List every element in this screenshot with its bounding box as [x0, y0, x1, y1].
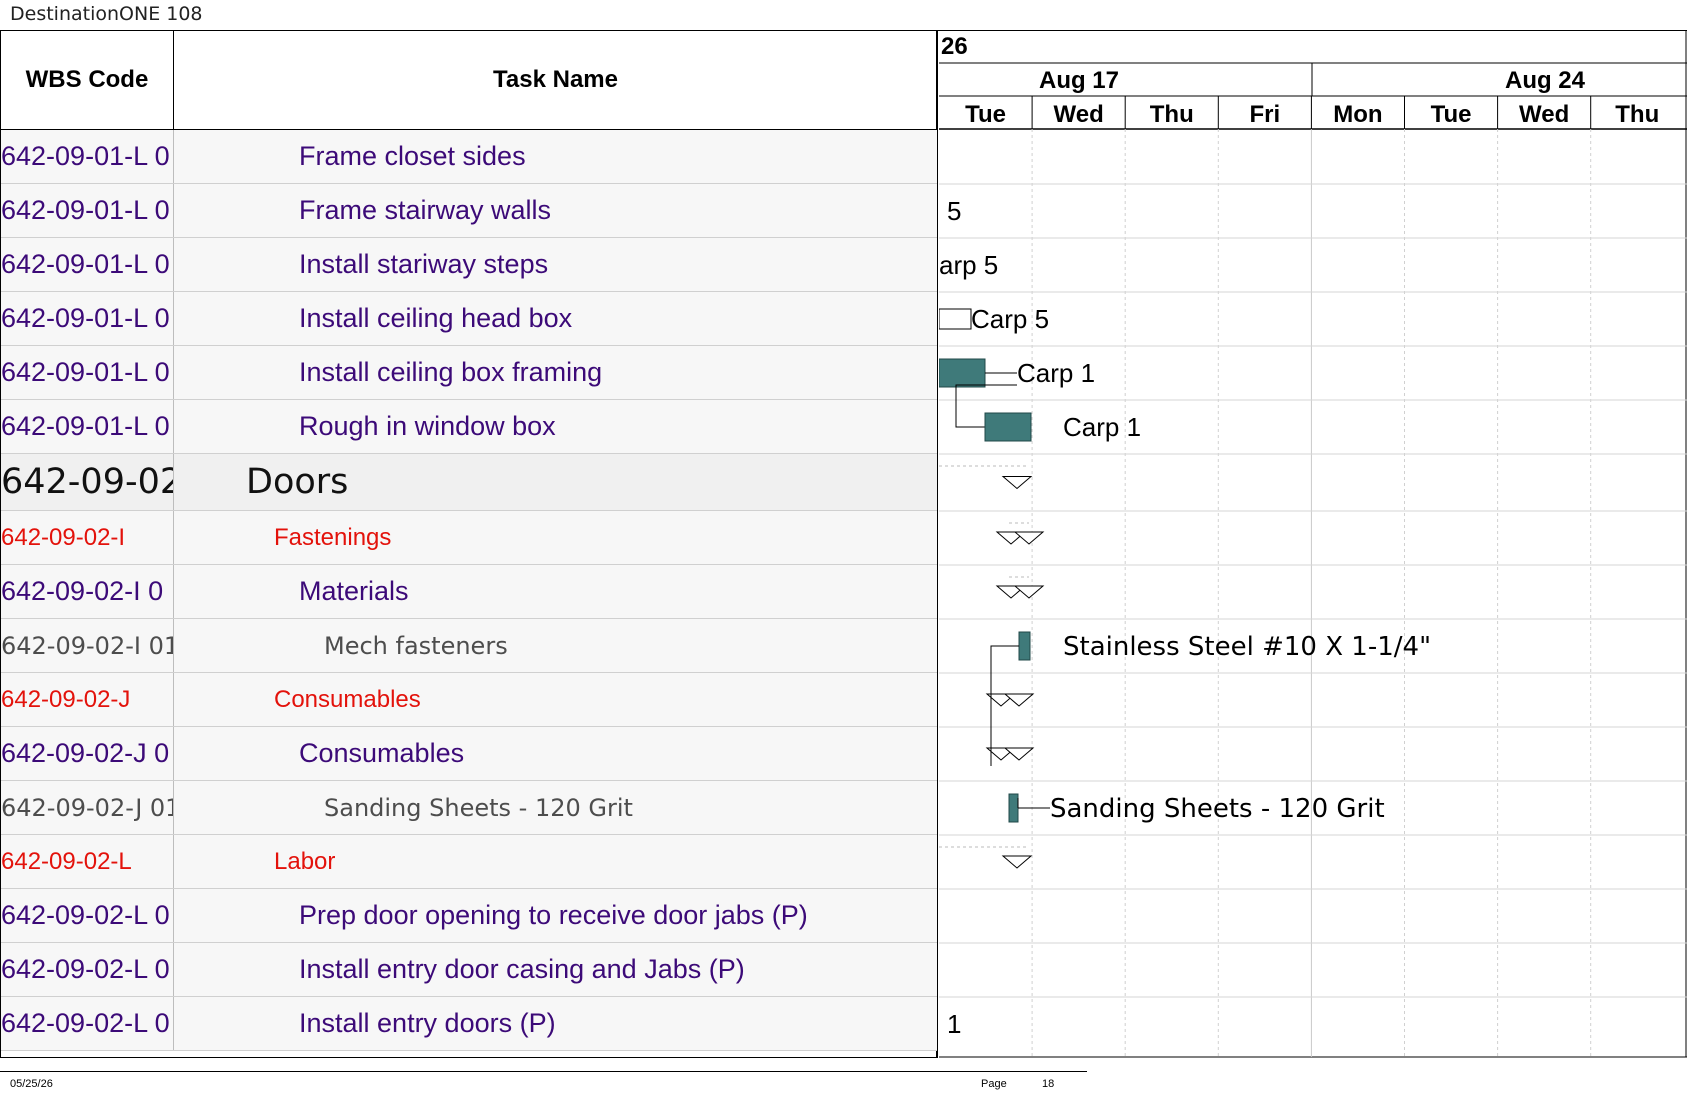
task-name-cell: Rough in window box	[299, 411, 556, 441]
table-row[interactable]: 642-09-02-L 0 Install entry doors (P)	[1, 997, 937, 1051]
task-name-cell: Consumables	[299, 738, 465, 768]
task-name-cell: Fastenings	[274, 523, 392, 551]
task-bar	[984, 412, 1032, 442]
task-table: WBS Code Task Name 642-09-01-L 0 Frame cl…	[0, 30, 938, 1058]
task-rows: 642-09-01-L 0 Frame closet sides 642-09-01…	[1, 130, 937, 1051]
column-header-wbs-code[interactable]: WBS Code	[1, 30, 174, 129]
summary-marker	[1001, 855, 1033, 869]
footer-date: 05/25/26	[10, 1078, 53, 1090]
table-row[interactable]: 642-09-02-J 0 Consumables	[1, 727, 937, 781]
footer-page-label: Page	[981, 1078, 1007, 1090]
day-label: Wed	[1054, 101, 1104, 128]
gantt-canvas: 26 Aug 17 Aug 24 Tue Wed Thu Fri Mon Tue Wed Thu 5 a…	[939, 30, 1687, 1058]
table-row[interactable]: 642-09-02-L 0 Prep door opening to receiv…	[1, 889, 937, 943]
task-name-cell: Labor	[274, 847, 336, 875]
wbs-code-cell: 642-09-02-I 0	[1, 565, 174, 618]
wbs-code-cell: 642-09-02-J	[1, 673, 174, 726]
summary-marker	[1003, 747, 1035, 761]
wbs-code-cell: 642-09-02-L 0	[1, 943, 174, 996]
task-name-cell: Install entry door casing and Jabs (P)	[299, 954, 745, 984]
table-row[interactable]: 642-09-02-I 0 Materials	[1, 565, 937, 619]
day-label: Thu	[1615, 101, 1659, 128]
week-label: Aug 24	[1505, 67, 1586, 94]
table-row[interactable]: 642-09-02-J Consumables	[1, 673, 937, 727]
year-label: 26	[941, 33, 968, 60]
bar-label: Carp 5	[971, 304, 1049, 334]
wbs-code-cell: 642-09-02-L	[1, 835, 174, 888]
task-bar	[939, 358, 986, 388]
task-name-cell: Frame closet sides	[299, 141, 526, 171]
task-name-cell: Frame stairway walls	[299, 195, 552, 225]
bar-label: arp 5	[939, 250, 998, 280]
table-row[interactable]: 642-09-02-L Labor	[1, 835, 937, 889]
wbs-code-cell: 642-09-02-I	[1, 511, 174, 564]
table-row[interactable]: 642-09-02-I 01 Mech fasteners	[1, 619, 937, 673]
table-row[interactable]: 642-09-01-L 0 Install stariway steps	[1, 238, 937, 292]
wbs-code-cell: 642-09-01-L 0	[1, 130, 174, 183]
footer-page-number: 18	[1042, 1078, 1055, 1090]
task-name-cell: Doors	[246, 462, 349, 502]
bar-label: Sanding Sheets - 120 Grit	[1050, 794, 1385, 824]
summary-marker	[1013, 585, 1045, 599]
day-label: Tue	[1431, 101, 1472, 128]
wbs-code-cell: 642-09-01-L 0	[1, 292, 174, 345]
wbs-code-cell: 642-09-02-L 0	[1, 997, 174, 1050]
day-label: Thu	[1150, 101, 1194, 128]
week-label: Aug 17	[1039, 67, 1119, 94]
task-name-cell: Install entry doors (P)	[299, 1008, 556, 1038]
task-name-cell: Sanding Sheets - 120 Grit	[324, 793, 633, 822]
bar-label: Carp 1	[1017, 358, 1095, 388]
day-label: Wed	[1519, 101, 1569, 128]
wbs-code-cell: 642-09-01-L 0	[1, 238, 174, 291]
task-bar-outline	[939, 308, 972, 330]
table-row[interactable]: 642-09-01-L 0 Frame closet sides	[1, 130, 937, 184]
table-row[interactable]: 642-09-01-L 0 Rough in window box	[1, 400, 937, 454]
wbs-code-cell: 642-09-02-L 0	[1, 889, 174, 942]
table-header: WBS Code Task Name	[1, 30, 937, 130]
bar-label: Stainless Steel #10 X 1-1/4"	[1063, 632, 1431, 662]
table-row[interactable]: 642-09-02-I Fastenings	[1, 511, 937, 565]
day-label: Mon	[1333, 101, 1382, 128]
task-bar	[1008, 793, 1019, 823]
summary-marker	[1003, 693, 1035, 707]
wbs-code-cell: 642-09-02	[1, 454, 174, 510]
table-row[interactable]: 642-09-01-L 0 Frame stairway walls	[1, 184, 937, 238]
wbs-code-cell: 642-09-02-I 01	[1, 619, 174, 672]
task-name-cell: Materials	[299, 576, 409, 606]
task-name-cell: Consumables	[274, 685, 421, 713]
document-title: DestinationONE 108	[10, 3, 203, 25]
task-name-cell: Install ceiling head box	[299, 303, 573, 333]
table-row[interactable]: 642-09-01-L 0 Install ceiling head box	[1, 292, 937, 346]
day-label: Tue	[965, 101, 1006, 128]
wbs-code-cell: 642-09-01-L 0	[1, 400, 174, 453]
gantt-chart: 26 Aug 17 Aug 24 Tue Wed Thu Fri Mon Tue Wed Thu 5 a…	[939, 30, 1687, 1058]
summary-marker	[1001, 476, 1033, 490]
footer-rule	[0, 1071, 1087, 1072]
summary-marker	[1013, 531, 1045, 545]
task-name-cell: Install ceiling box framing	[299, 357, 603, 387]
task-name-cell: Mech fasteners	[324, 631, 508, 660]
task-name-cell: Install stariway steps	[299, 249, 549, 279]
table-row[interactable]: 642-09-02 Doors	[1, 454, 937, 511]
bar-label: 1	[947, 1009, 961, 1039]
column-header-task-name[interactable]: Task Name	[174, 30, 937, 129]
day-label: Fri	[1250, 101, 1281, 128]
task-bar	[1018, 631, 1031, 661]
bar-label: 5	[947, 196, 961, 226]
task-name-cell: Prep door opening to receive door jabs (…	[299, 900, 808, 930]
wbs-code-cell: 642-09-01-L 0	[1, 346, 174, 399]
bar-label: Carp 1	[1063, 412, 1141, 442]
wbs-code-cell: 642-09-01-L 0	[1, 184, 174, 237]
table-row[interactable]: 642-09-02-L 0 Install entry door casing a…	[1, 943, 937, 997]
table-row[interactable]: 642-09-01-L 0 Install ceiling box framing	[1, 346, 937, 400]
table-row[interactable]: 642-09-02-J 01 Sanding Sheets - 120 Grit	[1, 781, 937, 835]
wbs-code-cell: 642-09-02-J 01	[1, 781, 174, 834]
wbs-code-cell: 642-09-02-J 0	[1, 727, 174, 780]
